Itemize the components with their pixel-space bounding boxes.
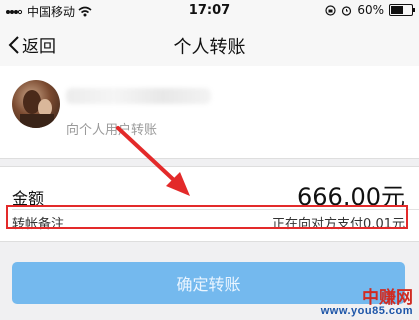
confirm-label: 确定转账 <box>176 275 241 294</box>
nav-bar: 返回 个人转账 <box>0 22 419 67</box>
annotation-highlight-box <box>6 205 408 229</box>
status-right: 60% <box>325 3 415 17</box>
page-title: 个人转账 <box>173 37 246 58</box>
amount-section: 金额 666.00元 转帐备注 正在向对方支付0.01元 <box>0 166 419 242</box>
watermark-title: 中赚网 <box>362 288 413 307</box>
status-bar: 中国移动 17:07 60% <box>0 0 419 22</box>
battery-icon <box>389 4 415 16</box>
battery-percent: 60% <box>357 3 384 17</box>
payee-card: 向个人用户转账 <box>0 66 419 159</box>
alarm-icon <box>342 5 352 16</box>
payee-name-blurred <box>66 88 211 104</box>
watermark-url: www.you85.com <box>320 305 413 317</box>
avatar <box>12 80 60 128</box>
payee-subtitle: 向个人用户转账 <box>66 123 158 138</box>
site-watermark: 中赚网 www.you85.com <box>321 289 413 317</box>
lock-rotation-icon <box>325 4 336 16</box>
